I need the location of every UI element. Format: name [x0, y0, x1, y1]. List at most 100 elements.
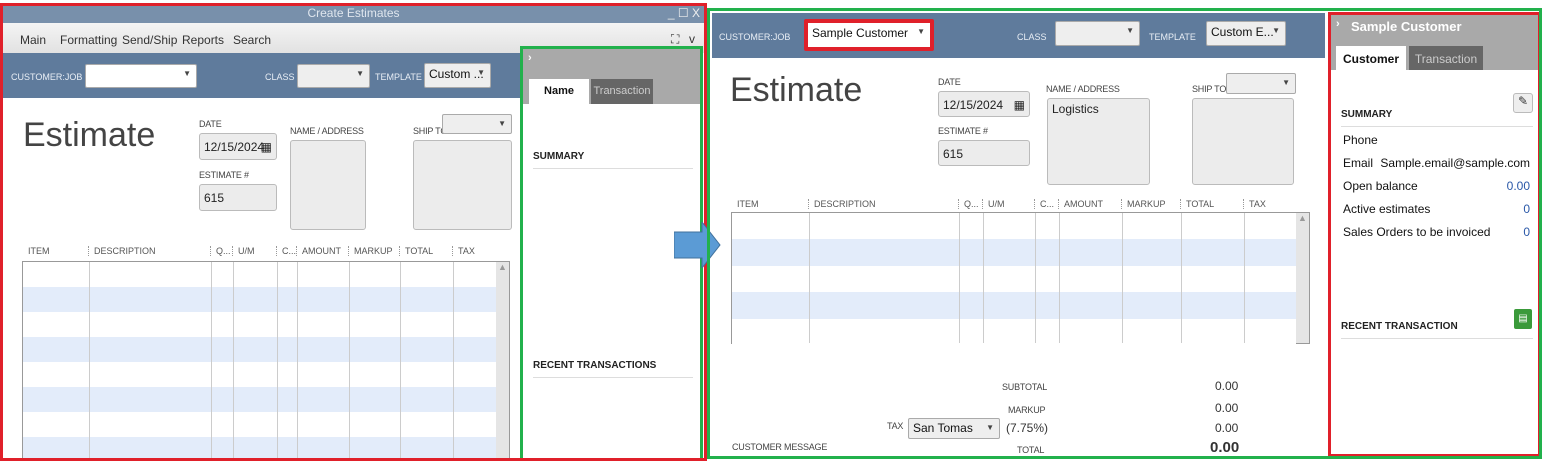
pane-header: › Sample Customer Customer Transaction	[1331, 15, 1538, 70]
summary-heading: SUMMARY	[533, 151, 693, 169]
table-row[interactable]	[23, 387, 496, 412]
table-row[interactable]	[732, 318, 1296, 345]
calendar-icon[interactable]: ▦	[1014, 98, 1025, 112]
column-header[interactable]: MARKUP	[348, 246, 393, 256]
scrollbar[interactable]: ▲	[1296, 213, 1309, 343]
menu-main[interactable]: Main	[20, 33, 46, 47]
class-select[interactable]: ▼	[1055, 21, 1140, 46]
tax-rate: (7.75%)	[1006, 421, 1049, 435]
menu-search[interactable]: Search	[233, 33, 271, 47]
tab-transaction[interactable]: Transaction	[1409, 46, 1483, 70]
total-value: 0.00	[1210, 439, 1240, 456]
tax-select[interactable]: San Tomas ▼	[908, 418, 1000, 439]
summary-key: Open balance	[1343, 179, 1418, 193]
column-header[interactable]: TOTAL	[1180, 199, 1214, 209]
column-header[interactable]: C...	[276, 246, 296, 256]
column-header[interactable]: MARKUP	[1121, 199, 1166, 209]
date-field[interactable]: 12/15/2024 ▦	[199, 133, 277, 160]
right-window: CUSTOMER:JOB Sample Customer ▼ CLASS ▼ TE…	[707, 8, 1542, 459]
name-address-field[interactable]: Logistics	[1047, 98, 1150, 185]
customer-job-select[interactable]: ▼	[85, 64, 197, 88]
column-header[interactable]: AMOUNT	[1058, 199, 1103, 209]
date-field[interactable]: 12/15/2024 ▦	[938, 91, 1030, 117]
expand-pane-icon[interactable]: ›	[528, 52, 532, 64]
column-header[interactable]: U/M	[982, 199, 1005, 209]
column-header[interactable]: DESCRIPTION	[808, 199, 876, 209]
window-controls[interactable]: _ ☐ X	[668, 6, 700, 20]
form-header: CUSTOMER:JOB Sample Customer ▼ CLASS ▼ TE…	[712, 13, 1325, 58]
name-address-field[interactable]	[290, 140, 366, 230]
markup-value: 0.00	[1215, 401, 1239, 415]
column-divider	[453, 262, 454, 458]
template-label: TEMPLATE	[1149, 32, 1196, 42]
tab-customer[interactable]: Customer	[1336, 46, 1406, 70]
menu-send-ship[interactable]: Send/Ship	[122, 33, 177, 47]
table-row[interactable]	[23, 437, 496, 458]
column-divider	[349, 262, 350, 458]
ship-to-field[interactable]	[1192, 98, 1294, 185]
table-row[interactable]	[23, 287, 496, 312]
table-row[interactable]	[23, 312, 496, 337]
column-header[interactable]: C...	[1034, 199, 1054, 209]
column-header[interactable]: TOTAL	[399, 246, 433, 256]
summary-value[interactable]: 0	[1523, 225, 1530, 239]
customer-job-select[interactable]: Sample Customer ▼	[804, 19, 934, 51]
chevron-down-icon[interactable]: v	[689, 32, 695, 46]
menu-reports[interactable]: Reports	[182, 33, 224, 47]
column-divider	[297, 262, 298, 458]
scrollbar[interactable]: ▲	[496, 262, 509, 458]
column-header[interactable]: U/M	[232, 246, 255, 256]
table-row[interactable]	[23, 362, 496, 387]
recent-transaction-heading: RECENT TRANSACTION	[1341, 321, 1533, 339]
calendar-icon[interactable]: ▦	[261, 140, 272, 154]
table-row[interactable]	[23, 337, 496, 362]
column-header[interactable]: TAX	[1243, 199, 1266, 209]
estimate-number-field[interactable]: 615	[199, 184, 277, 211]
markup-label: MARKUP	[1008, 405, 1046, 415]
ship-to-field[interactable]	[413, 140, 512, 230]
table-row[interactable]	[732, 292, 1296, 319]
tab-name[interactable]: Name	[529, 79, 589, 104]
column-header[interactable]: TAX	[452, 246, 475, 256]
menu-formatting[interactable]: Formatting	[60, 33, 117, 47]
table-row[interactable]	[732, 265, 1296, 293]
table-row[interactable]	[732, 213, 1296, 240]
line-items-grid[interactable]: ▲	[731, 212, 1310, 345]
table-row[interactable]	[732, 239, 1296, 266]
window-title: Create Estimates	[307, 6, 400, 20]
customer-job-label: CUSTOMER:JOB	[719, 32, 791, 42]
column-header[interactable]: AMOUNT	[296, 246, 341, 256]
customer-job-label: CUSTOMER:JOB	[11, 72, 83, 82]
line-items-grid[interactable]: ▲	[22, 261, 510, 458]
estimate-heading: Estimate	[730, 71, 863, 109]
ship-to-select[interactable]: ▼	[1226, 73, 1296, 94]
table-row[interactable]	[23, 412, 496, 437]
column-header[interactable]: Q...	[958, 199, 979, 209]
date-label: DATE	[199, 119, 222, 129]
summary-heading: SUMMARY	[1341, 109, 1533, 127]
table-row[interactable]	[23, 262, 496, 287]
estimate-number-field[interactable]: 615	[938, 140, 1030, 166]
summary-row: Email Sample.email@sample.com	[1343, 156, 1530, 170]
summary-value[interactable]: 0	[1523, 202, 1530, 216]
column-divider	[89, 262, 90, 458]
class-select[interactable]: ▼	[297, 64, 370, 88]
expand-pane-icon[interactable]: ›	[1336, 18, 1340, 30]
template-select[interactable]: Custom ... ▼	[424, 63, 491, 88]
tab-transaction[interactable]: Transaction	[591, 79, 653, 104]
column-header[interactable]: DESCRIPTION	[88, 246, 156, 256]
ship-to-label: SHIP TO	[1192, 84, 1227, 94]
subtotal-label: SUBTOTAL	[1002, 382, 1048, 392]
ship-to-select[interactable]: ▼	[442, 114, 512, 134]
expand-icon[interactable]: ⛶	[671, 32, 679, 47]
column-header[interactable]: Q...	[210, 246, 231, 256]
estimate-number-label: ESTIMATE #	[938, 126, 988, 136]
template-select[interactable]: Custom E... ▼	[1206, 21, 1286, 46]
summary-value[interactable]: 0.00	[1507, 179, 1530, 193]
date-label: DATE	[938, 77, 961, 87]
column-divider	[1059, 213, 1060, 343]
column-header[interactable]: ITEM	[737, 199, 759, 209]
summary-row: Phone	[1343, 133, 1530, 147]
column-header[interactable]: ITEM	[28, 246, 50, 256]
class-label: CLASS	[1017, 32, 1047, 42]
